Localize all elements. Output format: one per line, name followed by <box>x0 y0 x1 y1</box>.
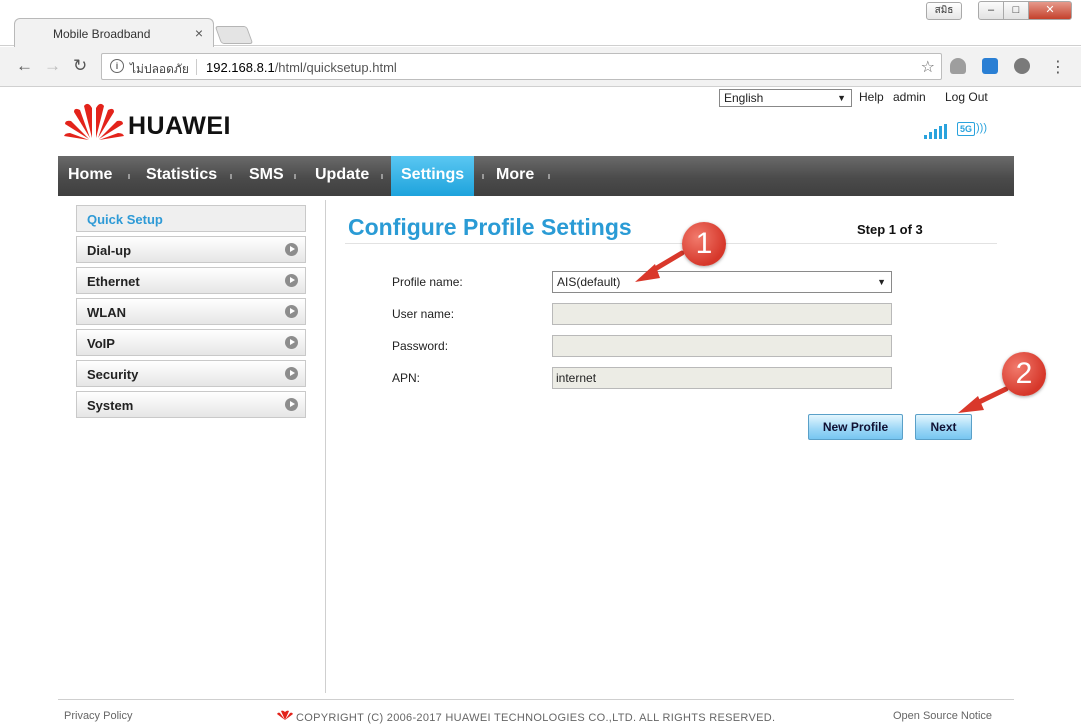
menu-item-settings[interactable]: Settings <box>391 156 474 196</box>
close-window-button[interactable]: ✕ <box>1028 1 1072 20</box>
privacy-policy-link[interactable]: Privacy Policy <box>64 710 132 722</box>
user-name: admin <box>893 90 926 104</box>
menu-divider <box>381 174 383 179</box>
chevron-right-icon <box>285 305 298 318</box>
url-host: 192.168.8.1 <box>206 60 275 75</box>
annotation-badge-2: 2 <box>1002 352 1046 396</box>
network-type-badge: 5G <box>957 122 975 136</box>
forward-arrow-icon[interactable]: → <box>44 56 61 76</box>
apn-input[interactable] <box>552 367 892 389</box>
annotation-badge-1: 1 <box>682 222 726 266</box>
url-path: /html/quicksetup.html <box>274 60 397 75</box>
huawei-logo-icon <box>64 103 124 140</box>
password-input[interactable] <box>552 335 892 357</box>
sidebar-item-label: Dial-up <box>87 243 132 258</box>
security-label[interactable]: ไม่ปลอดภัย <box>130 60 189 79</box>
chevron-down-icon: ▼ <box>877 277 886 287</box>
sidebar-item-ethernet[interactable]: Ethernet <box>76 267 306 294</box>
sidebar-item-wlan[interactable]: WLAN <box>76 298 306 325</box>
new-profile-button[interactable]: New Profile <box>808 414 903 440</box>
menu-item-update[interactable]: Update <box>305 156 379 196</box>
page-title: Configure Profile Settings <box>348 214 632 240</box>
huawei-small-logo-icon <box>277 710 293 720</box>
maximize-button[interactable]: □ <box>1003 1 1029 20</box>
profile-name-select[interactable]: AIS(default) ▼ <box>552 271 892 293</box>
download-extension-icon[interactable] <box>982 58 998 74</box>
user-name-input[interactable] <box>552 303 892 325</box>
media-extension-icon[interactable] <box>1014 58 1030 74</box>
signal-strength-icon <box>924 124 947 139</box>
wifi-wave-icon: ))) <box>976 122 987 134</box>
chevron-right-icon <box>285 274 298 287</box>
logout-link[interactable]: Log Out <box>945 90 988 104</box>
help-link[interactable]: Help <box>859 90 884 104</box>
sidebar-item-label: Ethernet <box>87 274 140 289</box>
copyright-text: COPYRIGHT (C) 2006-2017 HUAWEI TECHNOLOG… <box>296 712 776 724</box>
bookmark-star-icon[interactable]: ☆ <box>921 57 935 77</box>
sidebar-item-label: Quick Setup <box>87 212 163 227</box>
chevron-right-icon <box>285 367 298 380</box>
sidebar-item-label: Security <box>87 367 139 382</box>
profile-name-value: AIS(default) <box>557 275 621 289</box>
reload-icon[interactable]: ↻ <box>73 56 87 76</box>
address-bar[interactable]: i ไม่ปลอดภัย 192.168.8.1/html/quicksetup… <box>101 53 942 80</box>
tab-close-icon[interactable]: × <box>195 25 203 41</box>
menu-divider <box>230 174 232 179</box>
next-button[interactable]: Next <box>915 414 972 440</box>
info-icon[interactable]: i <box>110 59 124 73</box>
apn-label: APN: <box>392 371 421 385</box>
annotation-arrow-2-shaft <box>972 386 1009 407</box>
sidebar-item-system[interactable]: System <box>76 391 306 418</box>
content-divider <box>325 200 326 693</box>
chevron-right-icon <box>285 398 298 411</box>
menu-item-home[interactable]: Home <box>58 156 122 196</box>
sidebar-item-quick-setup[interactable]: Quick Setup <box>76 205 306 232</box>
window-user-button[interactable]: สมิธ <box>926 2 962 20</box>
password-label: Password: <box>392 339 449 353</box>
sidebar-item-security[interactable]: Security <box>76 360 306 387</box>
title-divider <box>345 243 997 244</box>
minimize-button[interactable]: – <box>978 1 1004 20</box>
browser-menu-icon[interactable]: ⋮ <box>1050 57 1066 77</box>
browser-toolbar: ← → ↻ i ไม่ปลอดภัย 192.168.8.1/html/quic… <box>0 47 1081 87</box>
sidebar-item-label: WLAN <box>87 305 126 320</box>
chevron-right-icon <box>285 243 298 256</box>
menu-divider <box>294 174 296 179</box>
url-text[interactable]: 192.168.8.1/html/quicksetup.html <box>206 60 397 75</box>
open-source-notice-link[interactable]: Open Source Notice <box>893 710 992 722</box>
menu-divider <box>482 174 484 179</box>
sidebar-item-label: System <box>87 398 134 413</box>
back-arrow-icon[interactable]: ← <box>16 56 33 76</box>
annotation-arrow-2-head <box>958 396 984 413</box>
menu-item-more[interactable]: More <box>486 156 544 196</box>
language-select[interactable]: English ▼ <box>719 89 852 107</box>
menu-item-sms[interactable]: SMS <box>239 156 294 196</box>
menu-divider <box>128 174 130 179</box>
omnibox-divider <box>196 59 197 75</box>
language-value: English <box>724 91 764 105</box>
browser-titlebar: Mobile Broadband × สมิธ – □ ✕ <box>0 0 1081 47</box>
brand-name: HUAWEI <box>128 112 231 140</box>
sidebar-item-label: VoIP <box>87 336 115 351</box>
user-name-label: User name: <box>392 307 455 321</box>
tab-title: Mobile Broadband <box>53 27 151 41</box>
menu-divider <box>548 174 550 179</box>
profile-name-label: Profile name: <box>392 275 463 289</box>
drive-extension-icon[interactable] <box>950 58 966 74</box>
footer-divider <box>58 699 1014 700</box>
chevron-right-icon <box>285 336 298 349</box>
browser-tab[interactable]: Mobile Broadband × <box>14 18 214 47</box>
new-tab-button[interactable] <box>214 26 254 44</box>
sidebar-item-voip[interactable]: VoIP <box>76 329 306 356</box>
router-page: English ▼ Help admin Log Out HUAWEI 5G )… <box>0 88 1081 726</box>
menu-item-statistics[interactable]: Statistics <box>136 156 227 196</box>
annotation-arrow-1-shaft <box>647 250 685 275</box>
main-menu: Home Statistics SMS Update Settings More <box>58 156 1014 196</box>
chevron-down-icon: ▼ <box>837 93 846 103</box>
step-indicator: Step 1 of 3 <box>857 222 923 237</box>
sidebar-item-dial-up[interactable]: Dial-up <box>76 236 306 263</box>
